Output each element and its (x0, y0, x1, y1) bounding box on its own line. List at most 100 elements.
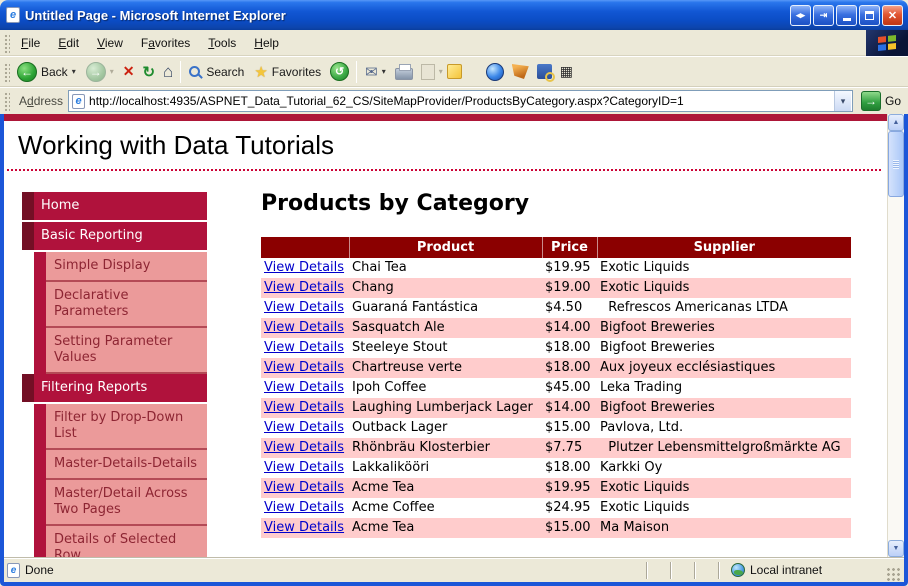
print-button[interactable] (391, 62, 417, 82)
sidebar-item[interactable]: Setting Parameter Values (34, 328, 207, 374)
title-extra-arrows-button[interactable]: ◂▸ (790, 4, 811, 26)
address-input[interactable]: e http://localhost:4935/ASPNET_Data_Tuto… (68, 90, 853, 112)
back-label: Back (41, 64, 68, 79)
sidebar-item[interactable]: Master/Detail Across Two Pages (34, 480, 207, 526)
table-row: View Details Ipoh Coffee $45.00 Leka Tradin… (261, 378, 851, 398)
sidebar-item[interactable]: Home (22, 192, 207, 220)
sidebar-item[interactable]: Declarative Parameters (34, 282, 207, 328)
view-details-link[interactable]: View Details (264, 520, 344, 535)
products-table: Product Price Supplier View Details Chai Te… (261, 237, 851, 538)
view-details-link[interactable]: View Details (264, 460, 344, 475)
status-bar: e Done Local intranet (4, 557, 904, 582)
resize-grip[interactable] (887, 568, 901, 582)
product-cell: Chai Tea (352, 260, 407, 275)
sidebar-item[interactable]: Simple Display (34, 252, 207, 282)
favorites-label: Favorites (271, 64, 322, 79)
toolbar-grip-icon[interactable] (3, 61, 10, 82)
sidebar-item[interactable]: Details of Selected Row (34, 526, 207, 557)
scrollbar-thumb[interactable] (888, 131, 904, 197)
sidebar-item[interactable]: Filter by Drop-Down List (34, 404, 207, 450)
back-dropdown-icon[interactable]: ▾ (72, 67, 76, 76)
price-cell: $14.00 (542, 318, 597, 338)
status-text: Done (25, 563, 54, 577)
product-cell: Acme Coffee (352, 500, 435, 515)
url-text: http://localhost:4935/ASPNET_Data_Tutori… (89, 94, 684, 108)
address-dropdown-button[interactable]: ▾ (833, 91, 851, 111)
view-details-link[interactable]: View Details (264, 340, 344, 355)
window-controls: ◂▸ ⇥ ✕ (790, 4, 903, 26)
research-button[interactable] (533, 62, 556, 82)
scroll-down-button[interactable]: ▼ (888, 540, 904, 557)
history-button[interactable]: ↺ (326, 60, 353, 83)
sidebar-item[interactable]: Filtering Reports (22, 374, 207, 402)
price-cell: $4.50 (545, 300, 583, 315)
mail-dropdown-icon[interactable]: ▾ (382, 67, 386, 76)
sidebar-item[interactable]: Master-Details-Details (34, 450, 207, 480)
fox-addon-button[interactable] (508, 62, 533, 81)
messenger-button[interactable] (482, 61, 508, 83)
go-arrow-icon: → (860, 91, 881, 111)
supplier-cell: Aux joyeux ecclésiastiques (597, 358, 851, 378)
supplier-cell: Plutzer Lebensmittelgroßmärkte AG (597, 438, 851, 458)
menu-help[interactable]: Help (245, 32, 288, 54)
menu-view[interactable]: View (88, 32, 132, 54)
maximize-button[interactable] (859, 4, 880, 26)
scrollbar-track[interactable] (888, 197, 904, 540)
table-row: View Details Acme Tea $19.95 Exotic Liquids (261, 478, 851, 498)
mail-button[interactable]: ✉ ▾ (360, 61, 391, 83)
view-details-link[interactable]: View Details (264, 440, 344, 455)
refresh-button[interactable]: ↻ (138, 61, 159, 83)
fox-icon (511, 64, 529, 79)
nav-edge (34, 450, 46, 480)
site-title: Working with Data Tutorials (18, 130, 334, 160)
home-button[interactable]: ⌂ (159, 60, 177, 84)
view-details-link[interactable]: View Details (264, 320, 344, 335)
menu-file[interactable]: File (12, 32, 49, 54)
supplier-cell: Pavlova, Ltd. (600, 420, 684, 435)
nav-edge (34, 404, 46, 450)
supplier-cell: Exotic Liquids (597, 478, 851, 498)
home-icon: ⌂ (163, 61, 174, 81)
view-details-link[interactable]: View Details (264, 420, 344, 435)
title-extra-popout-button[interactable]: ⇥ (813, 4, 834, 26)
favorites-button[interactable]: ★ Favorites (249, 61, 326, 83)
sidebar-item[interactable]: Basic Reporting (22, 222, 207, 250)
supplier-cell: Exotic Liquids (600, 260, 690, 275)
toolbar-grip-icon[interactable] (3, 32, 10, 53)
edit-button[interactable] (417, 62, 439, 82)
vertical-scrollbar[interactable]: ▲ ▼ (887, 114, 904, 557)
search-button[interactable]: Search (184, 63, 249, 81)
close-button[interactable]: ✕ (882, 4, 903, 26)
view-details-link[interactable]: View Details (264, 360, 344, 375)
view-details-link[interactable]: View Details (264, 280, 344, 295)
price-cell: $7.75 (542, 438, 597, 458)
discuss-button[interactable] (443, 62, 466, 81)
nav-edge (34, 526, 46, 557)
forward-button[interactable]: → ▾ (81, 60, 119, 84)
menu-favorites[interactable]: Favorites (132, 32, 199, 54)
menu-tools[interactable]: Tools (199, 32, 245, 54)
supplier-cell: Bigfoot Breweries (597, 398, 851, 418)
view-details-link[interactable]: View Details (264, 400, 344, 415)
price-cell: $18.00 (542, 358, 597, 378)
price-cell: $19.00 (542, 278, 597, 298)
toolbar-grip-icon[interactable] (3, 91, 10, 111)
back-button[interactable]: ← Back ▾ (12, 60, 81, 84)
view-details-link[interactable]: View Details (264, 300, 344, 315)
scroll-up-button[interactable]: ▲ (888, 114, 904, 131)
go-button[interactable]: → Go (858, 91, 904, 111)
encoding-addon-button[interactable]: ▦ (556, 61, 577, 82)
minimize-button[interactable] (836, 4, 857, 26)
forward-dropdown-icon: ▾ (109, 67, 114, 76)
stop-button[interactable]: ✕ (119, 61, 139, 82)
table-row: View Details Outback Lager $15.00 Pavlova, … (261, 418, 851, 438)
header-accent-strip (4, 114, 887, 121)
search-icon (189, 66, 201, 77)
menu-edit[interactable]: Edit (49, 32, 88, 54)
view-details-link[interactable]: View Details (264, 500, 344, 515)
price-cell: $24.95 (545, 500, 591, 515)
view-details-link[interactable]: View Details (264, 480, 344, 495)
view-details-link[interactable]: View Details (264, 260, 344, 275)
view-details-link[interactable]: View Details (264, 380, 344, 395)
status-page-icon: e (7, 562, 20, 578)
